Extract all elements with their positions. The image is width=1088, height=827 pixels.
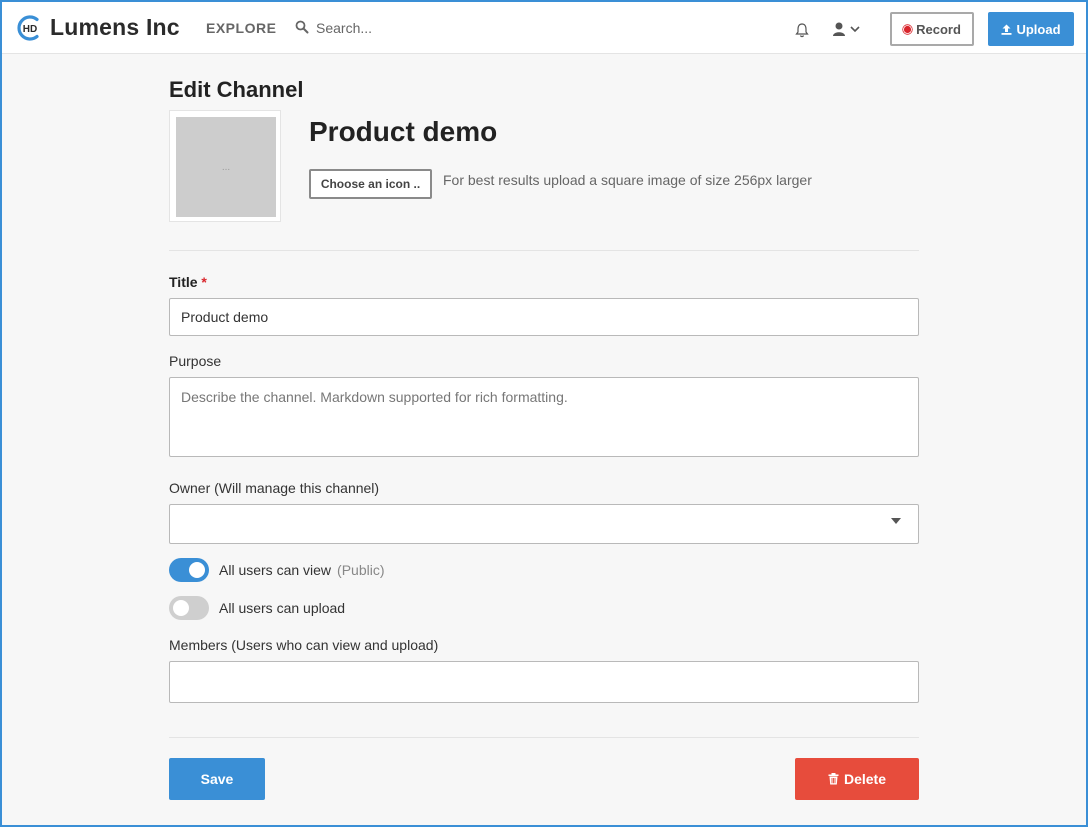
purpose-textarea[interactable] (169, 377, 919, 457)
delete-button[interactable]: Delete (795, 758, 919, 800)
dropdown-arrow-icon[interactable] (891, 518, 901, 524)
channel-icon-placeholder: ... (176, 117, 276, 217)
toggle-knob (189, 562, 205, 578)
required-marker: * (201, 274, 207, 290)
trash-icon (828, 773, 839, 785)
members-input[interactable] (169, 661, 919, 703)
upload-permission-toggle-label: All users can upload (219, 600, 346, 616)
channel-name-heading: Product demo (309, 116, 498, 147)
public-view-label-text: All users can view (219, 562, 332, 578)
upload-button-label: Upload (1016, 21, 1061, 37)
explore-link[interactable]: EXPLORE (206, 20, 276, 36)
title-input[interactable] (169, 298, 919, 336)
section-divider (169, 737, 919, 738)
public-view-toggle-label: All users can view (Public) (219, 562, 385, 578)
user-menu[interactable] (830, 20, 864, 38)
delete-button-label: Delete (843, 771, 887, 787)
upload-icon (1001, 24, 1012, 35)
toggle-knob (173, 600, 189, 616)
search-input[interactable] (316, 16, 516, 40)
icon-upload-hint: For best results upload a square image o… (443, 172, 812, 188)
public-note: (Public) (337, 562, 385, 578)
upload-button[interactable]: Upload (988, 12, 1074, 46)
section-divider (169, 250, 919, 251)
owner-label: Owner (Will manage this channel) (169, 480, 380, 496)
owner-select[interactable] (169, 504, 919, 544)
user-icon (833, 22, 845, 36)
public-view-toggle[interactable] (169, 558, 209, 582)
svg-text:HD: HD (23, 24, 37, 35)
title-label-text: Title (169, 274, 198, 290)
record-button-label: Record (916, 21, 961, 37)
search-icon (295, 20, 309, 34)
record-button[interactable]: Record (890, 12, 974, 46)
hd-logo-icon[interactable]: HD (15, 14, 43, 42)
members-label: Members (Users who can view and upload) (169, 637, 439, 653)
bell-icon[interactable] (794, 22, 810, 38)
top-navbar: HD Lumens Inc EXPLORE Record Upload (2, 2, 1086, 54)
save-button[interactable]: Save (169, 758, 265, 800)
purpose-label: Purpose (169, 353, 222, 369)
chevron-down-icon (850, 26, 860, 33)
page-title: Edit Channel (169, 77, 304, 102)
title-label: Title * (169, 274, 207, 290)
upload-permission-toggle[interactable] (169, 596, 209, 620)
brand-name[interactable]: Lumens Inc (50, 14, 180, 41)
channel-icon-preview: ... (169, 110, 281, 222)
choose-icon-button[interactable]: Choose an icon .. (309, 169, 432, 199)
record-dot-icon (903, 25, 912, 33)
